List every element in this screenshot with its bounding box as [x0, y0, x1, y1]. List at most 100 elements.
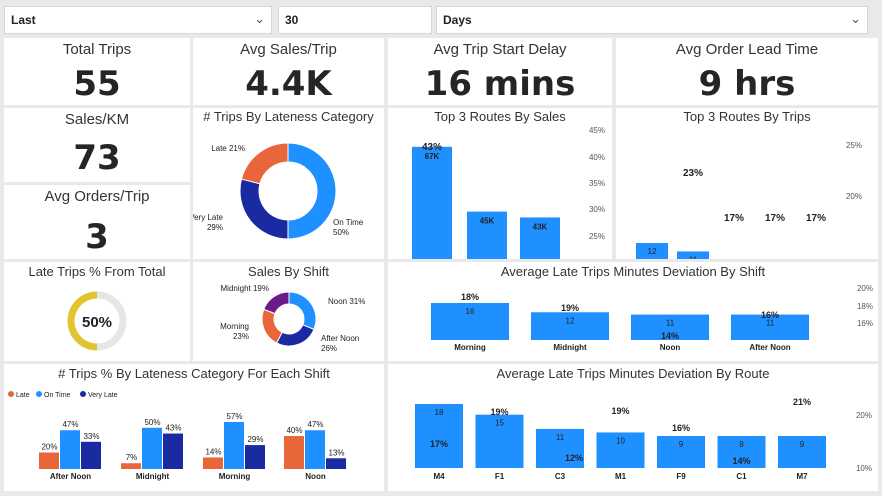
shift-dev-x-tick: Morning: [454, 343, 486, 352]
shift-deviation-chart: 1618%Morning1219%Midnight1114%Noon1116%A…: [431, 284, 873, 352]
route-deviation-panel: Average Late Trips Minutes Deviation By …: [388, 364, 878, 491]
sales-km-value: 73: [73, 138, 121, 178]
category-shift-x-tick: Morning: [219, 472, 251, 481]
route-dev-value-label: 10: [616, 436, 625, 445]
total-trips-card: Total Trips 55: [4, 38, 190, 105]
route-dev-x-tick: C1: [736, 472, 747, 481]
route-dev-x-tick: F9: [676, 472, 686, 481]
avg-order-lead-time-value: 9 hrs: [698, 64, 796, 104]
category-shift-legend-marker: [80, 391, 86, 397]
routes-sales-value-label: 43K: [533, 222, 548, 231]
shift-dev-pct-label: 14%: [661, 331, 679, 341]
category-shift-bar: [326, 458, 346, 469]
category-shift-bar: [245, 445, 265, 469]
total-trips-value: 55: [73, 64, 121, 104]
period-select[interactable]: Last ⌄: [4, 6, 272, 34]
avg-order-lead-time-card: Avg Order Lead Time 9 hrs: [616, 38, 878, 105]
shift-dev-x-tick: After Noon: [749, 343, 790, 352]
category-shift-bar: [81, 441, 101, 469]
category-shift-bar: [224, 422, 244, 469]
shift-deviation-panel: Average Late Trips Minutes Deviation By …: [388, 262, 878, 361]
category-shift-value-label: 50%: [144, 418, 160, 427]
lateness-donut-chart: On Time50% Very Late29% Late 21%: [193, 142, 364, 240]
shift-dev-value-label: 16: [466, 307, 475, 316]
category-shift-bar: [284, 436, 304, 469]
routes-sales-chart: 67K43%C145K29%M443K28%C345%40%35%30%25%: [412, 126, 605, 259]
chevron-down-icon: ⌄: [850, 11, 861, 26]
route-dev-value-label: 15: [495, 419, 504, 428]
shift-dev-pct-label: 18%: [461, 292, 479, 302]
routes-trips-value-label: 11: [689, 255, 698, 259]
lateness-slice: [287, 142, 337, 240]
shift-dev-value-label: 12: [566, 316, 575, 325]
shift-sales-slice: [275, 324, 315, 347]
shift-dev-x-tick: Noon: [660, 343, 681, 352]
shift-dev-pct-label: 19%: [561, 303, 579, 313]
sales-km-title: Sales/KM: [64, 111, 130, 128]
category-shift-value-label: 14%: [205, 447, 221, 456]
category-shift-x-tick: After Noon: [50, 472, 91, 481]
route-dev-x-tick: F1: [495, 472, 505, 481]
lateness-slice: [240, 142, 289, 185]
shift-sales-label: Morning: [220, 322, 249, 331]
route-dev-pct-label: 19%: [490, 407, 508, 417]
shift-dev-y2-tick: 20%: [857, 284, 873, 293]
avg-orders-trip-value: 3: [85, 217, 109, 257]
category-shift-bar: [142, 427, 162, 469]
route-deviation-chart: 18 17% M4 15 19% F1 11 12% C3 10 19% M1 9 16% F9 9 14% C1…: [415, 397, 872, 481]
category-shift-value-label: 33%: [83, 432, 99, 441]
routes-sales-y2-tick: 30%: [589, 205, 605, 214]
shift-dev-y2-tick: 18%: [857, 302, 873, 311]
avg-sales-trip-card: Avg Sales/Trip 4.4K: [193, 38, 384, 105]
avg-trip-start-delay-title: Avg Trip Start Delay: [433, 41, 567, 58]
category-shift-legend-label: Very Late: [88, 392, 118, 399]
category-shift-x-tick: Midnight: [136, 472, 170, 481]
route-dev-value-label: 18: [435, 408, 444, 417]
lateness-category-panel: # Trips By Lateness Category On Time50%V…: [193, 108, 384, 259]
route-dev-value-label: 9: [739, 440, 744, 449]
route-dev-value-label: 11: [556, 433, 565, 442]
route-dev-x-tick: C3: [555, 472, 566, 481]
category-shift-value-label: 13%: [328, 448, 344, 457]
category-shift-bar: [39, 452, 59, 469]
shift-sales-label: After Noon: [321, 334, 359, 343]
routes-sales-panel: Top 3 Routes By Sales 67K43%C145K29%M443…: [388, 108, 612, 259]
category-shift-value-label: 40%: [286, 426, 302, 435]
routes-sales-y2-tick: 25%: [589, 232, 605, 241]
category-shift-value-label: 29%: [247, 435, 263, 444]
gauge-value: 50%: [82, 314, 112, 331]
routes-trips-pct-label: 17%: [724, 213, 744, 224]
route-dev-pct-label: 14%: [732, 456, 750, 466]
category-shift-bar: [163, 433, 183, 469]
lateness-slice: [239, 178, 289, 240]
shift-sales-slice: [288, 291, 317, 331]
routes-sales-bar: [412, 146, 452, 259]
routes-trips-y2-tick: 20%: [846, 192, 862, 201]
category-shift-value-label: 57%: [226, 412, 242, 421]
routes-trips-pct-label: 17%: [765, 213, 785, 224]
route-dev-x-tick: M7: [796, 472, 808, 481]
unit-select[interactable]: Days ⌄: [436, 6, 868, 34]
shift-sales-label: 26%: [321, 344, 337, 353]
category-shift-legend-marker: [8, 391, 14, 397]
routes-trips-y2-tick: 25%: [846, 141, 862, 150]
category-shift-x-tick: Noon: [305, 472, 326, 481]
category-shift-legend-marker: [36, 391, 42, 397]
route-dev-pct-label: 17%: [430, 439, 448, 449]
avg-trip-start-delay-card: Avg Trip Start Delay 16 mins: [388, 38, 612, 105]
category-shift-value-label: 43%: [165, 424, 181, 433]
avg-orders-trip-title: Avg Orders/Trip: [44, 188, 150, 205]
route-dev-pct-label: 19%: [611, 406, 629, 416]
chevron-down-icon: ⌄: [254, 11, 265, 26]
category-shift-bar: [203, 457, 223, 469]
category-shift-value-label: 7%: [126, 453, 138, 462]
lateness-label: Late 21%: [211, 144, 245, 153]
shift-sales-slice: [263, 291, 290, 315]
category-shift-bar: [305, 430, 325, 469]
sales-by-shift-chart: Noon 31% After Noon26% Morning23% Midnight …: [220, 284, 365, 353]
shift-sales-label: Midnight 19%: [221, 284, 269, 293]
route-dev-x-tick: M1: [615, 472, 627, 481]
avg-sales-trip-title: Avg Sales/Trip: [240, 41, 337, 58]
category-shift-panel: # Trips % By Lateness Category For Each …: [4, 364, 384, 491]
amount-input[interactable]: 30: [278, 6, 432, 34]
